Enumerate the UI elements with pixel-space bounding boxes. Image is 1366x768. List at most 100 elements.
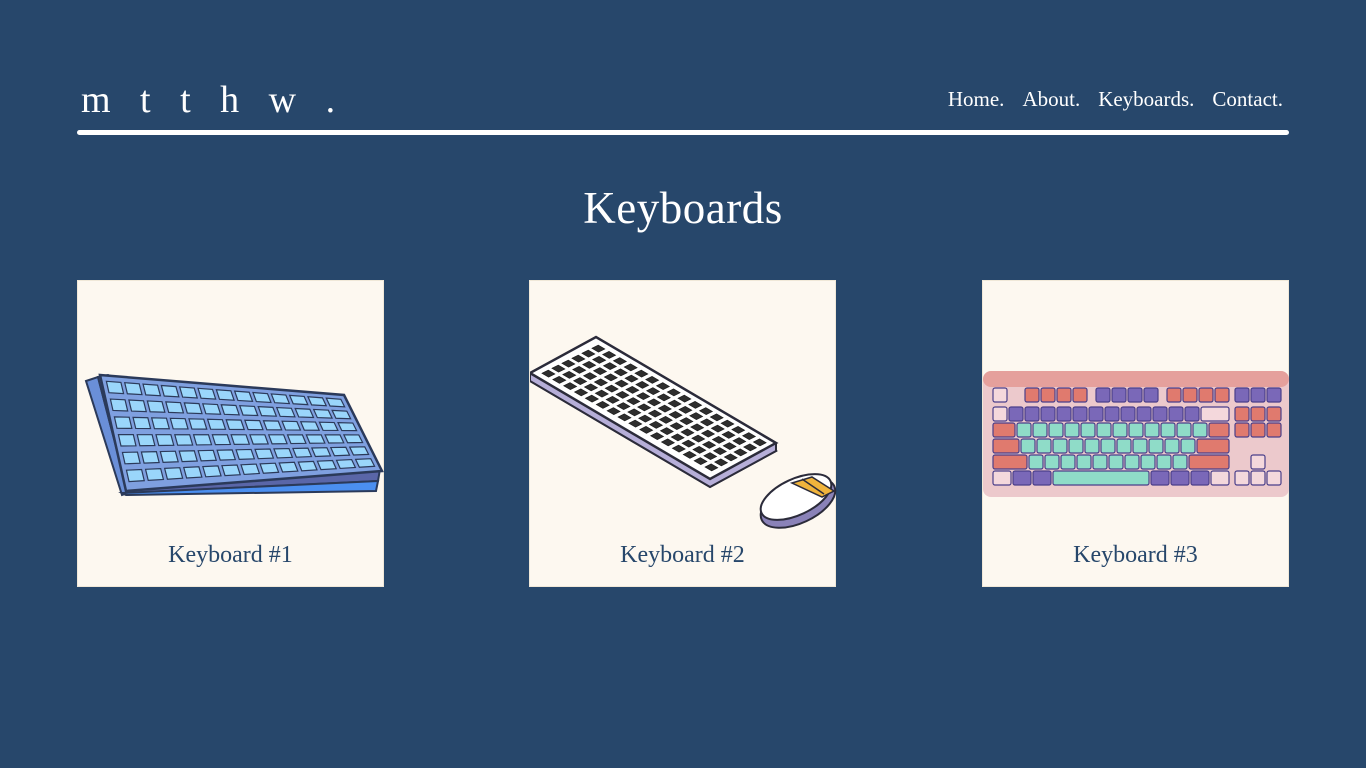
key-shape bbox=[1100, 438, 1116, 454]
nav-keyboards-link[interactable]: Keyboards. bbox=[1098, 86, 1194, 112]
key-shape bbox=[230, 434, 251, 445]
key-shape bbox=[1150, 470, 1170, 486]
key-shape bbox=[215, 389, 235, 401]
nav-contact-link[interactable]: Contact. bbox=[1212, 86, 1283, 112]
key-shape bbox=[1116, 438, 1132, 454]
key-shape bbox=[225, 419, 246, 431]
nav-home-link[interactable]: Home. bbox=[948, 86, 1005, 112]
key-shape bbox=[1250, 387, 1266, 403]
key-shape bbox=[292, 447, 313, 458]
key-shape bbox=[1076, 454, 1092, 470]
key-shape bbox=[1056, 387, 1072, 403]
key-shape bbox=[1128, 422, 1144, 438]
key-shape bbox=[1028, 454, 1044, 470]
key-shape bbox=[1008, 406, 1024, 422]
key-shape bbox=[1088, 406, 1104, 422]
key-shape bbox=[1012, 470, 1032, 486]
keyboard-card-label: Keyboard #2 bbox=[620, 542, 745, 568]
key-shape bbox=[121, 451, 141, 465]
keyboard-card-3[interactable]: Keyboard #3 bbox=[982, 280, 1289, 587]
key-shape bbox=[992, 387, 1008, 403]
key-shape bbox=[1184, 406, 1200, 422]
key-shape bbox=[1172, 454, 1188, 470]
key-shape bbox=[1124, 454, 1140, 470]
key-shape bbox=[1132, 438, 1148, 454]
key-shape bbox=[128, 399, 148, 413]
key-shape bbox=[992, 470, 1012, 486]
key-shape bbox=[1024, 387, 1040, 403]
key-shape bbox=[1152, 406, 1168, 422]
key-shape bbox=[294, 407, 315, 419]
key-shape bbox=[1250, 470, 1266, 486]
key-shape bbox=[132, 416, 152, 430]
key-shape bbox=[105, 380, 125, 395]
blue-keyboard-icon bbox=[84, 373, 384, 497]
key-shape bbox=[233, 390, 254, 402]
key-shape bbox=[335, 458, 357, 470]
key-shape bbox=[1176, 422, 1192, 438]
key-shape bbox=[1036, 438, 1052, 454]
key-shape bbox=[1096, 422, 1112, 438]
key-shape bbox=[1190, 470, 1210, 486]
nav-about-link[interactable]: About. bbox=[1022, 86, 1080, 112]
key-shape bbox=[1148, 438, 1164, 454]
key-shape bbox=[163, 467, 184, 480]
key-shape bbox=[1056, 406, 1072, 422]
key-shape bbox=[252, 391, 272, 404]
key-shape bbox=[992, 454, 1028, 470]
key-shape bbox=[113, 416, 133, 429]
key-shape bbox=[201, 403, 222, 415]
key-shape bbox=[165, 401, 185, 414]
key-shape bbox=[324, 434, 345, 444]
header-divider bbox=[77, 130, 1289, 135]
key-shape bbox=[1040, 387, 1056, 403]
key-shape bbox=[1196, 438, 1230, 454]
key-shape bbox=[1068, 438, 1084, 454]
key-shape bbox=[1266, 422, 1282, 438]
key-shape bbox=[281, 420, 302, 431]
key-shape bbox=[192, 434, 213, 446]
key-shape bbox=[1024, 406, 1040, 422]
key-shape bbox=[1072, 387, 1088, 403]
key-shape bbox=[1170, 470, 1190, 486]
key-shape bbox=[992, 406, 1008, 422]
key-shape bbox=[140, 451, 160, 464]
key-shape bbox=[202, 465, 222, 478]
keyboard-card-label: Keyboard #3 bbox=[1073, 542, 1198, 568]
key-shape bbox=[188, 418, 208, 430]
key-shape bbox=[109, 398, 129, 412]
key-shape bbox=[1234, 470, 1250, 486]
key-shape bbox=[1095, 387, 1111, 403]
key-shape bbox=[123, 382, 143, 396]
key-shape bbox=[216, 449, 237, 461]
key-shape bbox=[1266, 387, 1282, 403]
key-shape bbox=[1214, 387, 1230, 403]
key-shape bbox=[262, 420, 283, 431]
key-shape bbox=[178, 386, 199, 399]
key-shape bbox=[1234, 406, 1250, 422]
key-shape bbox=[197, 387, 217, 400]
key-shape bbox=[1032, 422, 1048, 438]
key-shape bbox=[1198, 387, 1214, 403]
keyboard-card-2[interactable]: Keyboard #2 bbox=[529, 280, 837, 587]
keyboard-card-1[interactable]: Keyboard #1 bbox=[77, 280, 384, 587]
key-shape bbox=[1048, 422, 1064, 438]
key-shape bbox=[1188, 454, 1230, 470]
key-shape bbox=[273, 447, 294, 459]
pink-keyboard-icon bbox=[983, 371, 1289, 497]
key-shape bbox=[221, 464, 242, 477]
key-shape bbox=[1140, 454, 1156, 470]
key-shape bbox=[275, 406, 296, 418]
key-shape bbox=[150, 417, 171, 430]
key-shape bbox=[297, 460, 318, 472]
site-logo[interactable]: m t t h w . bbox=[81, 78, 345, 122]
key-shape bbox=[178, 450, 199, 463]
key-shape bbox=[206, 418, 227, 430]
key-shape bbox=[1164, 438, 1180, 454]
key-shape bbox=[1092, 454, 1108, 470]
key-shape bbox=[117, 434, 137, 447]
key-shape bbox=[1234, 387, 1250, 403]
key-shape bbox=[160, 384, 180, 398]
key-shape bbox=[1166, 387, 1182, 403]
site-header: m t t h w . Home. About. Keyboards. Cont… bbox=[77, 70, 1289, 135]
